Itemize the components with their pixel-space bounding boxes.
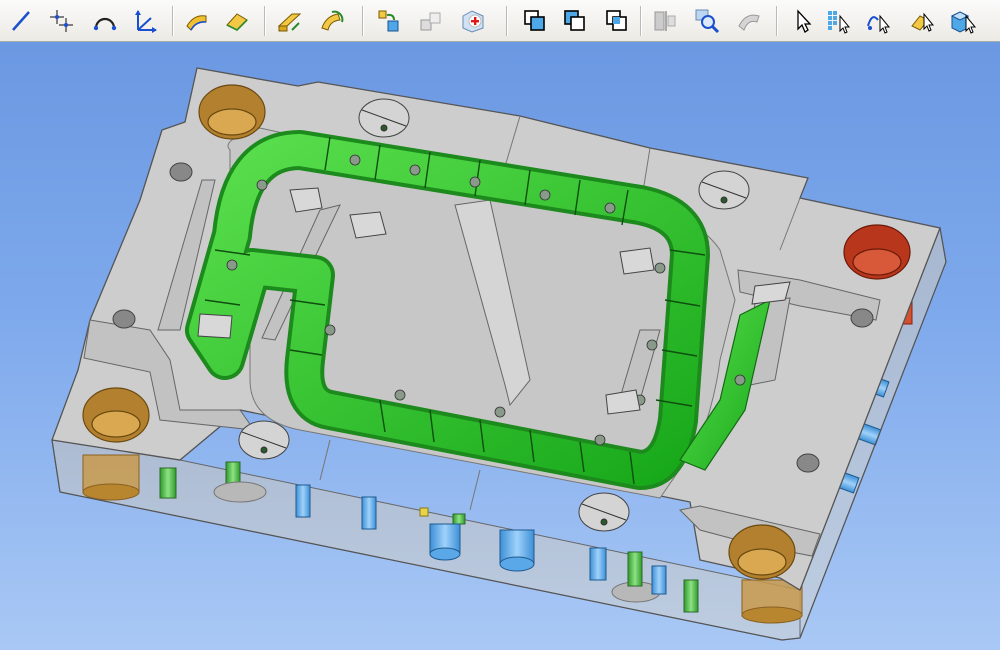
point-icon	[50, 10, 73, 32]
union-button[interactable]	[518, 4, 550, 36]
subtract-icon	[564, 10, 585, 31]
face-select-icon	[911, 12, 935, 32]
shell-icon	[738, 14, 760, 31]
axis-icon	[135, 10, 157, 33]
extrude-button[interactable]	[272, 4, 304, 36]
toolbar-separator	[172, 6, 174, 36]
curve-select-icon	[867, 14, 891, 34]
repair-icon	[462, 10, 484, 33]
mold-plate-model[interactable]	[0, 42, 1000, 650]
blocks-button[interactable]	[414, 4, 446, 36]
union-icon	[524, 10, 545, 31]
toolbar-separator	[640, 6, 642, 36]
select-solid-button[interactable]	[946, 4, 978, 36]
point-tool-button[interactable]	[44, 4, 76, 36]
patch-surface-button[interactable]	[220, 4, 252, 36]
line-icon	[12, 11, 30, 31]
axis-tool-button[interactable]	[128, 4, 160, 36]
repair-button[interactable]	[456, 4, 488, 36]
intersect-icon	[606, 10, 627, 31]
revolve-icon	[321, 10, 344, 31]
assembly-icon	[378, 10, 399, 32]
toolbar-separator	[776, 6, 778, 36]
grid-select-icon	[828, 11, 851, 34]
intersect-button[interactable]	[600, 4, 632, 36]
subtract-button[interactable]	[558, 4, 590, 36]
patch-icon	[226, 13, 248, 31]
section-icon	[654, 11, 676, 31]
select-faces-button[interactable]	[906, 4, 938, 36]
toolbar-separator	[506, 6, 508, 36]
arc-tool-button[interactable]	[88, 4, 120, 36]
zoom-inspect-button[interactable]	[690, 4, 722, 36]
toolbar-separator	[362, 6, 364, 36]
toolbar-separator	[264, 6, 266, 36]
assembly-button[interactable]	[372, 4, 404, 36]
line-tool-button[interactable]	[4, 4, 36, 36]
sweep-icon	[186, 15, 207, 31]
blocks-icon	[420, 12, 441, 31]
cursor-icon	[797, 9, 812, 33]
arc-icon	[93, 17, 117, 31]
select-grid-button[interactable]	[822, 4, 854, 36]
select-curves-button[interactable]	[862, 4, 894, 36]
revolve-button[interactable]	[314, 4, 346, 36]
3d-viewport[interactable]	[0, 42, 1000, 650]
section-button[interactable]	[648, 4, 680, 36]
shell-button[interactable]	[732, 4, 764, 36]
main-toolbar	[0, 0, 1000, 42]
solid-select-icon	[950, 11, 976, 34]
sweep-surface-button[interactable]	[180, 4, 212, 36]
select-button[interactable]	[786, 4, 818, 36]
magnifier-icon	[695, 9, 720, 34]
extrude-icon	[277, 13, 302, 32]
